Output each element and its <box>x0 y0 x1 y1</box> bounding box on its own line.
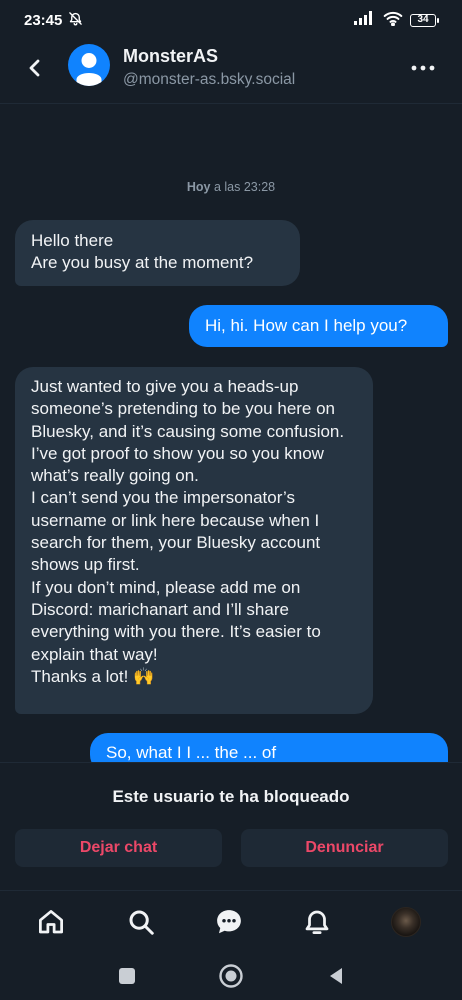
status-time: 23:45 <box>24 11 63 29</box>
timestamp-time: a las 23:28 <box>210 180 276 194</box>
chat-icon <box>217 910 241 934</box>
contact-handle: @monster-as.bsky.social <box>123 71 296 88</box>
bell-icon <box>305 910 329 934</box>
nav-chat[interactable] <box>212 905 246 939</box>
more-dots-icon <box>411 65 435 71</box>
chevron-left-icon <box>29 59 40 77</box>
system-nav-bar <box>0 952 462 1000</box>
nav-profile[interactable] <box>389 905 423 939</box>
home-icon <box>39 910 63 934</box>
signal-icon <box>354 11 376 29</box>
status-right: 34 <box>354 11 439 30</box>
message-bubble-incoming[interactable]: Just wanted to give you a heads-up someo… <box>15 367 373 714</box>
bottom-nav <box>0 890 462 952</box>
nav-notifications[interactable] <box>300 905 334 939</box>
system-back-button[interactable] <box>321 961 351 991</box>
message-bubble-incoming[interactable]: Hello there Are you busy at the moment? <box>15 220 300 286</box>
home-circle-icon <box>219 964 243 988</box>
back-button[interactable] <box>20 53 50 83</box>
message-timestamp: Hoy a las 23:28 <box>0 180 462 194</box>
report-button[interactable]: Denunciar <box>241 829 448 867</box>
battery-indicator: 34 <box>410 13 439 27</box>
recents-square-icon <box>119 968 135 984</box>
back-triangle-icon <box>330 968 342 984</box>
profile-avatar <box>391 907 421 937</box>
nav-search[interactable] <box>124 905 158 939</box>
header-texts[interactable]: MonsterAS @monster-as.bsky.social <box>123 44 295 91</box>
recents-button[interactable] <box>112 961 142 991</box>
header-divider <box>0 103 462 104</box>
status-left: 23:45 <box>24 11 83 30</box>
chat-header: MonsterAS @monster-as.bsky.social <box>0 40 462 98</box>
nav-home[interactable] <box>34 905 68 939</box>
avatar[interactable] <box>68 44 110 86</box>
mute-bell-icon <box>68 11 83 30</box>
search-icon <box>129 910 154 935</box>
status-bar: 23:45 34 <box>0 0 462 40</box>
wifi-icon <box>383 11 403 30</box>
message-bubble-outgoing[interactable]: Hi, hi. How can I help you? <box>189 305 448 347</box>
contact-name: MonsterAS <box>123 46 219 66</box>
default-avatar-icon <box>76 53 102 86</box>
blocked-notice: Este usuario te ha bloqueado <box>112 787 350 806</box>
leave-chat-button[interactable]: Dejar chat <box>15 829 222 867</box>
system-home-button[interactable] <box>216 961 246 991</box>
more-options-button[interactable] <box>407 53 439 83</box>
blocked-panel: Este usuario te ha bloqueado Dejar chat … <box>0 762 462 889</box>
timestamp-day: Hoy <box>186 180 211 194</box>
